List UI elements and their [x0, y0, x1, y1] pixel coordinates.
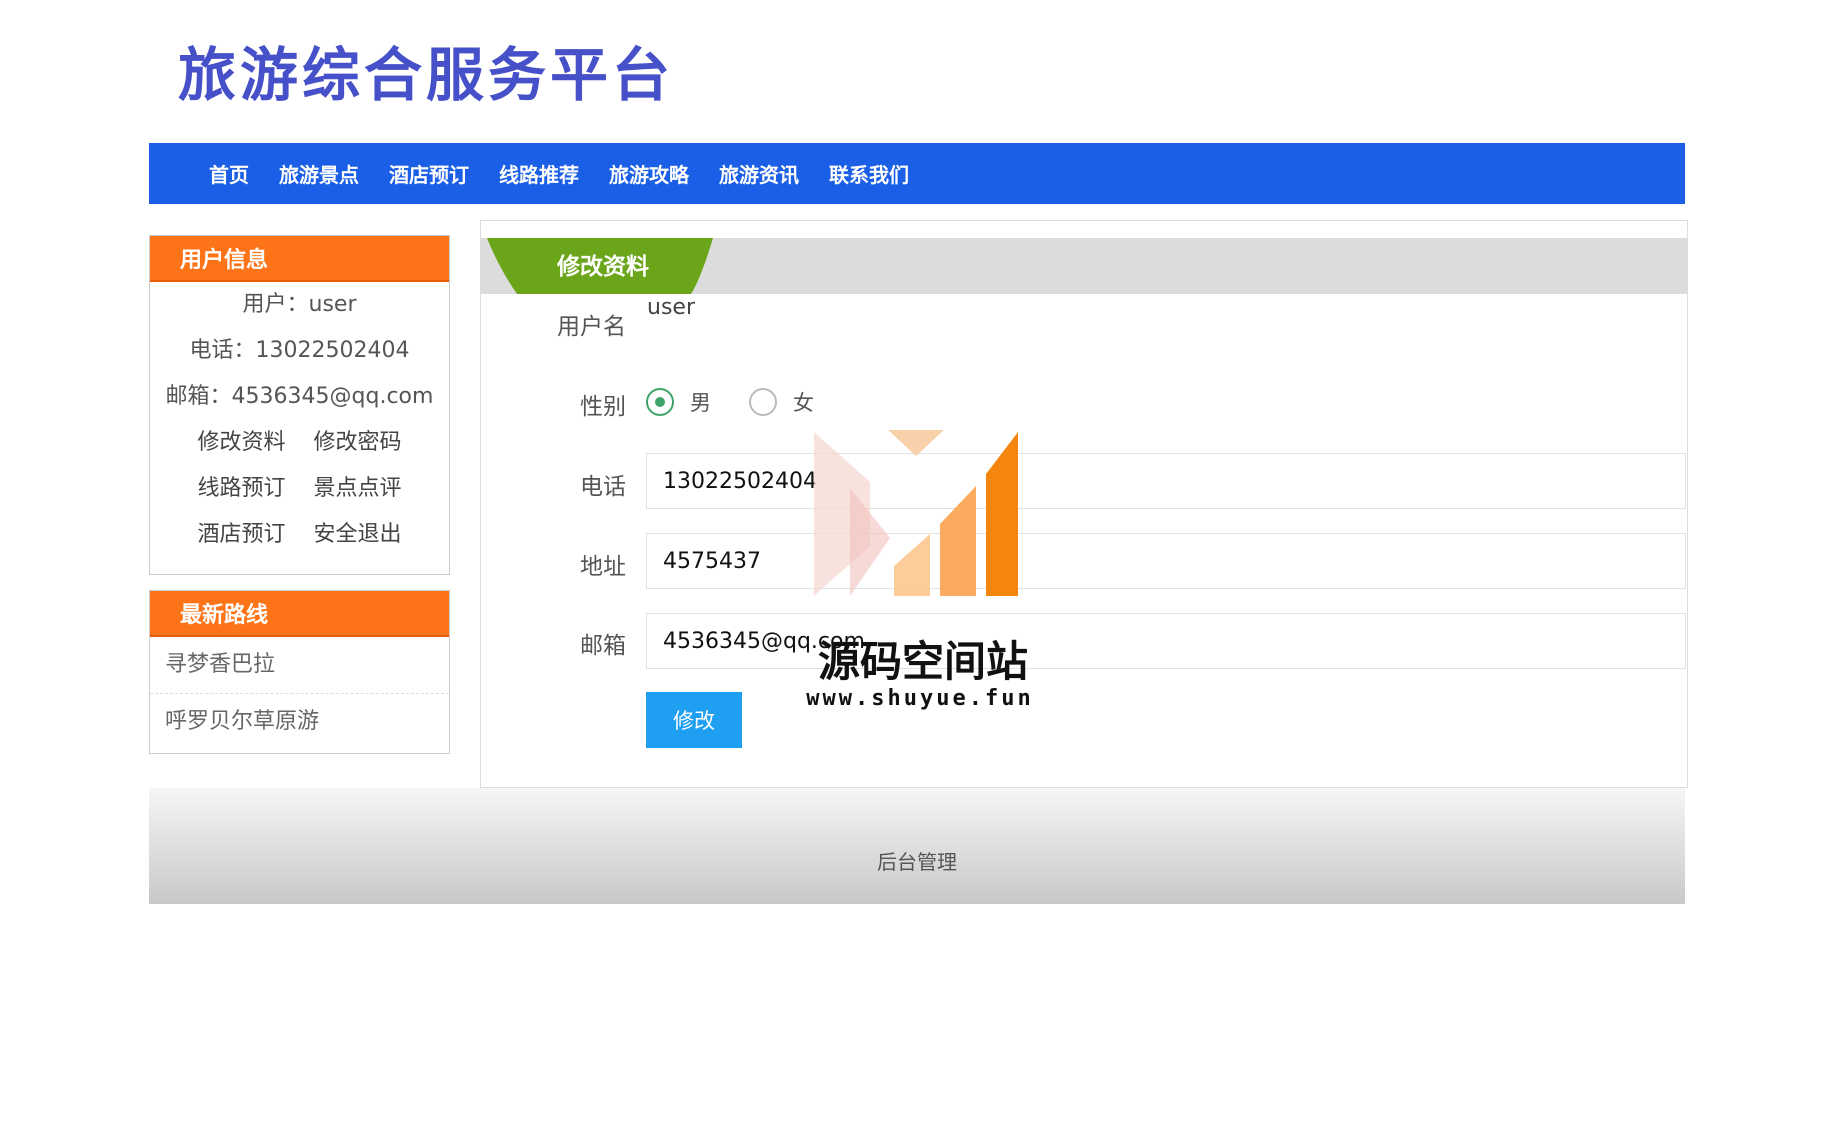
- panel-header-bar: 修改资料: [481, 238, 1687, 294]
- username-value: user: [647, 295, 695, 320]
- nav-item-guides[interactable]: 旅游攻略: [609, 159, 689, 188]
- route-item[interactable]: 呼罗贝尔草原游: [150, 694, 449, 750]
- latest-routes-box: 最新路线 寻梦香巴拉 呼罗贝尔草原游: [149, 590, 450, 754]
- phone-input[interactable]: [646, 453, 1686, 509]
- gender-label: 性别: [580, 394, 626, 420]
- site-title: 旅游综合服务平台: [178, 41, 675, 109]
- user-name-line: 用户：user: [242, 292, 357, 317]
- nav-item-routes[interactable]: 线路推荐: [499, 159, 579, 188]
- gender-female-radio[interactable]: [749, 388, 777, 416]
- panel-tab: 修改资料: [487, 238, 713, 294]
- gender-radio-group: 男 女: [646, 387, 852, 417]
- main-nav: 首页 旅游景点 酒店预订 线路推荐 旅游攻略 旅游资讯 联系我们: [149, 143, 1685, 204]
- route-item[interactable]: 寻梦香巴拉: [150, 637, 449, 694]
- edit-profile-link[interactable]: 修改资料: [197, 420, 285, 466]
- edit-profile-panel: 修改资料 用户名 user 性别 男 女 电话 地址 邮箱 修改: [480, 220, 1688, 788]
- route-list: 寻梦香巴拉 呼罗贝尔草原游: [150, 637, 449, 750]
- username-label: 用户名: [557, 314, 626, 340]
- admin-link[interactable]: 后台管理: [877, 846, 957, 875]
- attraction-review-link[interactable]: 景点点评: [314, 466, 402, 512]
- user-info-box: 用户信息 用户：user 电话：13022502404 邮箱：4536345@q…: [149, 235, 450, 575]
- nav-list: 首页 旅游景点 酒店预订 线路推荐 旅游攻略 旅游资讯 联系我们: [209, 159, 939, 188]
- email-input[interactable]: [646, 613, 1686, 669]
- route-booking-link[interactable]: 线路预订: [197, 466, 285, 512]
- user-email-line: 邮箱：4536345@qq.com: [165, 384, 434, 409]
- gender-male-label: 男: [690, 391, 711, 415]
- user-link-row: 修改资料 修改密码: [150, 420, 449, 466]
- nav-item-hotels[interactable]: 酒店预订: [389, 159, 469, 188]
- page: 旅游综合服务平台 首页 旅游景点 酒店预订 线路推荐 旅游攻略 旅游资讯 联系我…: [0, 0, 1833, 1143]
- user-link-row: 线路预订 景点点评: [150, 466, 449, 512]
- address-input[interactable]: [646, 533, 1686, 589]
- latest-routes-heading: 最新路线: [150, 591, 449, 637]
- address-label: 地址: [580, 554, 626, 580]
- change-password-link[interactable]: 修改密码: [314, 420, 402, 466]
- gender-female-label: 女: [793, 391, 814, 415]
- nav-item-news[interactable]: 旅游资讯: [719, 159, 799, 188]
- gender-male-radio[interactable]: [646, 388, 674, 416]
- user-phone-line: 电话：13022502404: [189, 338, 410, 363]
- panel-title: 修改资料: [557, 254, 649, 280]
- logout-link[interactable]: 安全退出: [314, 512, 402, 558]
- submit-button[interactable]: 修改: [646, 692, 742, 748]
- phone-label: 电话: [580, 474, 626, 500]
- hotel-booking-link[interactable]: 酒店预订: [197, 512, 285, 558]
- nav-item-attractions[interactable]: 旅游景点: [279, 159, 359, 188]
- nav-item-home[interactable]: 首页: [209, 159, 249, 188]
- user-link-row: 酒店预订 安全退出: [150, 512, 449, 558]
- email-label: 邮箱: [580, 633, 626, 659]
- user-info-heading: 用户信息: [150, 236, 449, 282]
- footer: 后台管理: [149, 788, 1685, 904]
- nav-item-contact[interactable]: 联系我们: [829, 159, 909, 188]
